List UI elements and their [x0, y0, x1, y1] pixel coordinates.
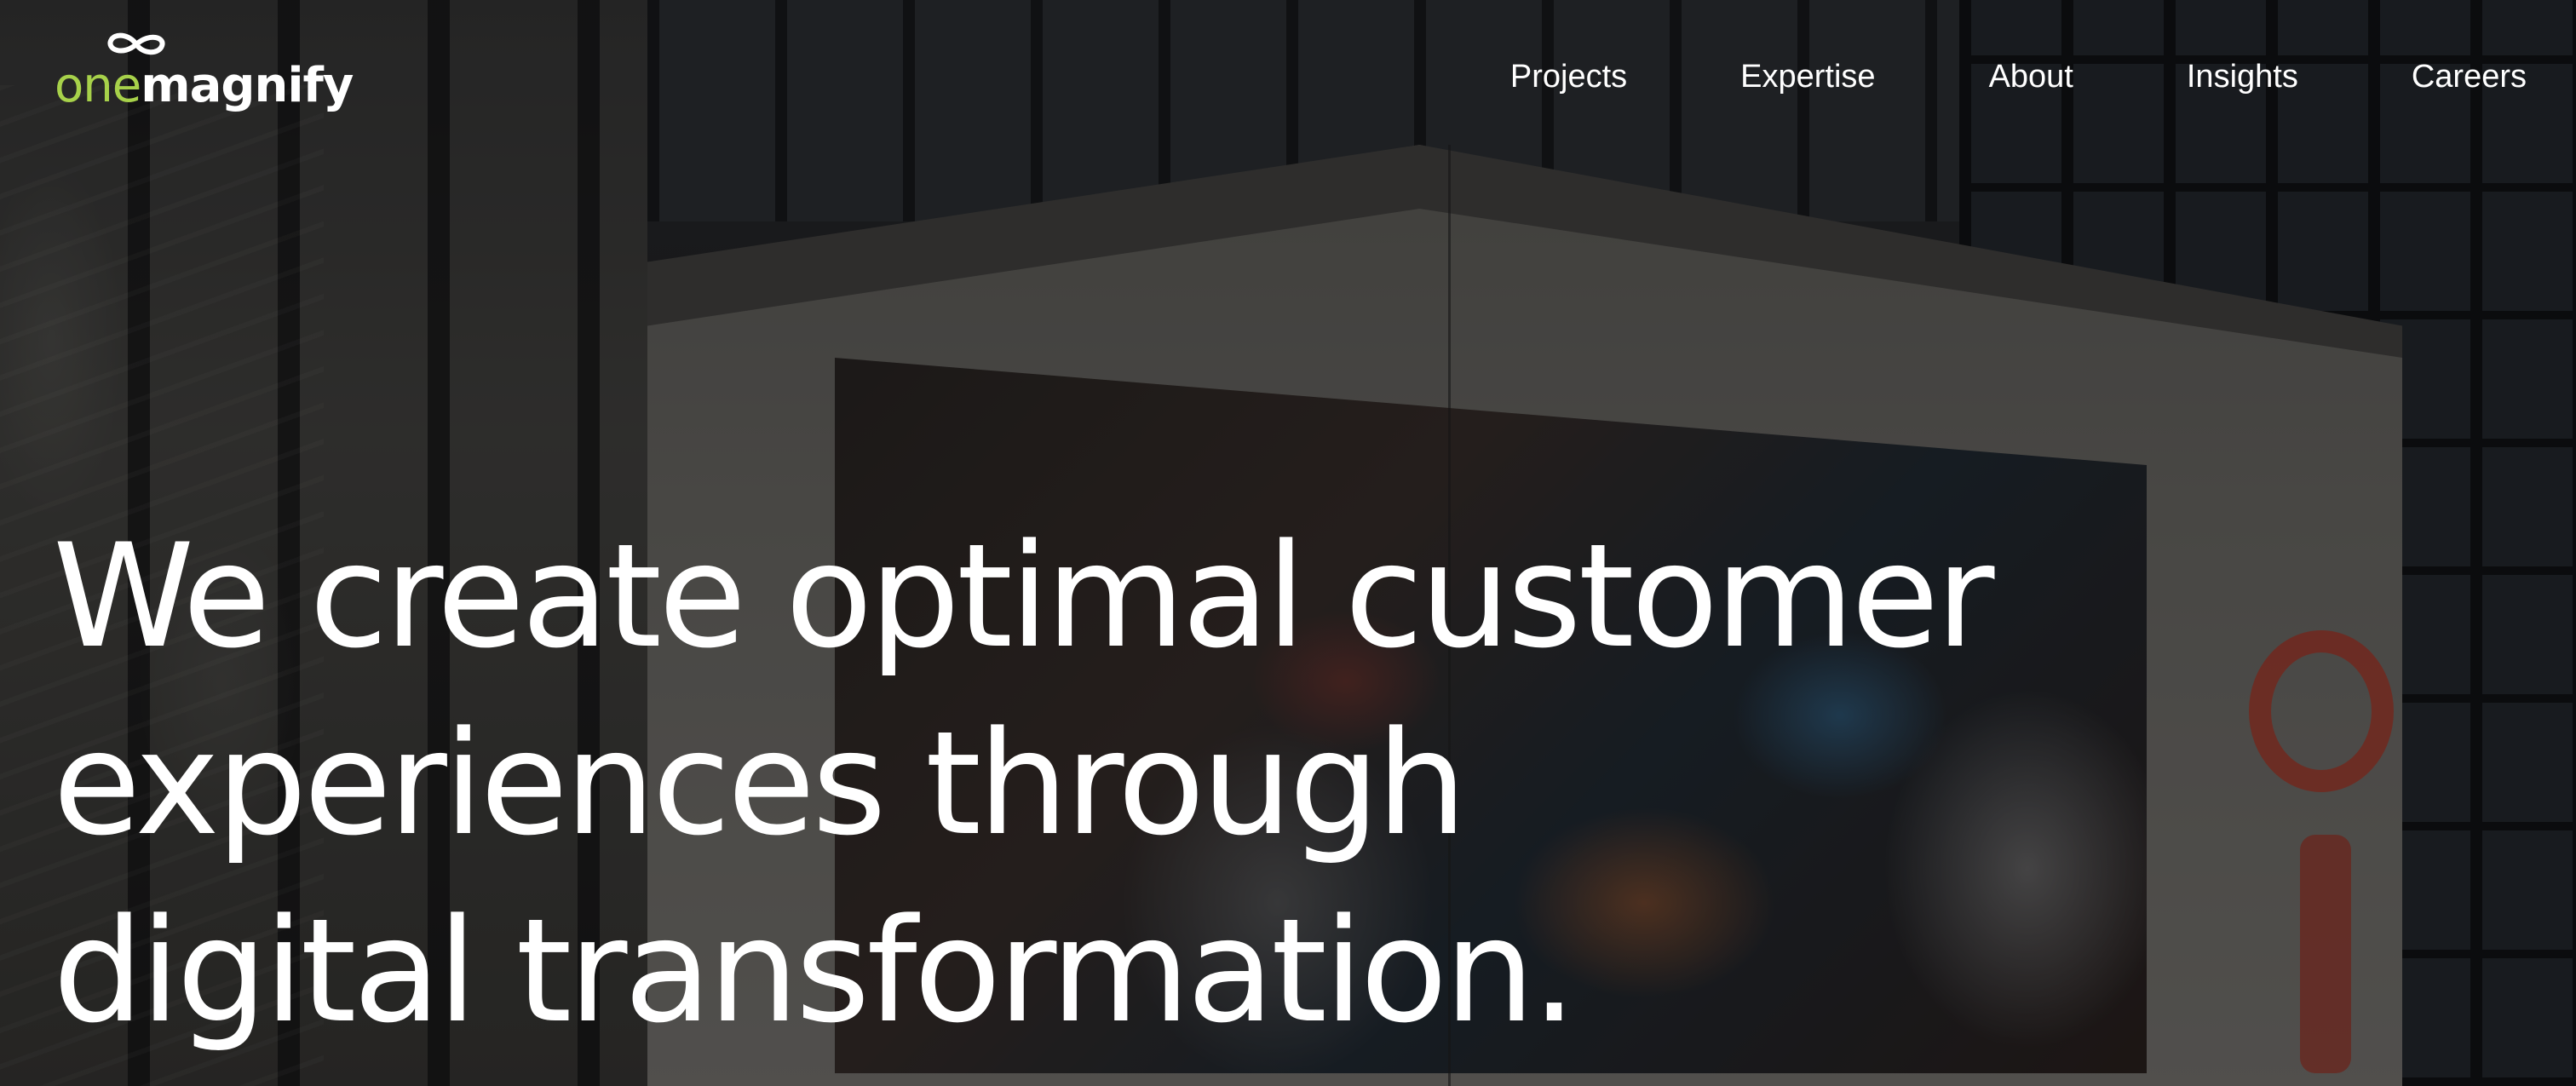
hero-headline-line-2: experiences through — [53, 700, 1467, 867]
hero-headline: We create optimal customer experiences t… — [53, 503, 1994, 1065]
nav-item-careers[interactable]: Careers — [2412, 53, 2527, 101]
nav-item-projects[interactable]: Projects — [1510, 53, 1627, 101]
hero-section: onemagnify Projects Expertise About Insi… — [0, 0, 2576, 1086]
main-nav: Projects Expertise About Insights Career… — [1510, 53, 2527, 101]
hero-headline-line-1: We create optimal customer — [53, 513, 1994, 680]
logo-text-magnify: magnify — [141, 58, 354, 113]
onemagnify-logo[interactable]: onemagnify — [55, 26, 354, 119]
nav-item-insights[interactable]: Insights — [2187, 53, 2298, 101]
infinity-icon — [107, 32, 165, 55]
logo-text-one: one — [55, 58, 141, 113]
logo-wordmark: onemagnify — [55, 56, 354, 116]
hero-headline-line-3: digital transformation. — [53, 888, 1577, 1054]
nav-item-about[interactable]: About — [1989, 53, 2073, 101]
nav-item-expertise[interactable]: Expertise — [1740, 53, 1875, 101]
